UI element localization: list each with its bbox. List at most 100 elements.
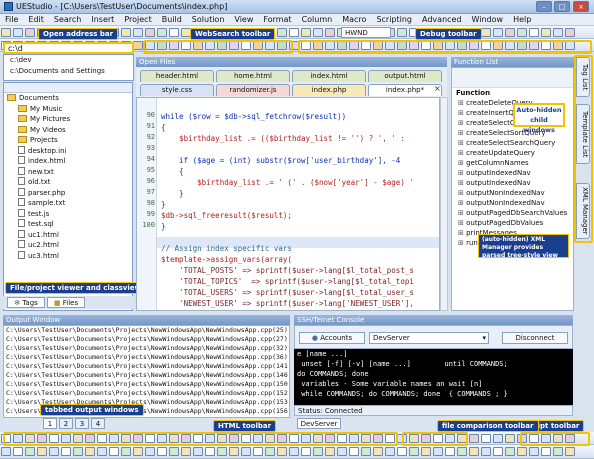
- tree-item[interactable]: test.sql: [4, 219, 132, 230]
- tree-item[interactable]: Projects: [4, 135, 132, 146]
- function-item[interactable]: ⊞ outputIndexedNav: [452, 168, 573, 178]
- toolbar-button-icon[interactable]: [205, 447, 215, 456]
- expand-icon[interactable]: ⊞: [458, 139, 466, 147]
- expand-icon[interactable]: ⊞: [458, 149, 466, 157]
- function-item[interactable]: ⊞ outputNonIndexedNav: [452, 198, 573, 208]
- menu-item[interactable]: Help: [508, 15, 536, 24]
- toolbar-button-icon[interactable]: [517, 447, 527, 456]
- toolbar-button-icon[interactable]: [553, 447, 563, 456]
- toolbar-button-icon[interactable]: [157, 28, 167, 37]
- expand-icon[interactable]: ⊞: [458, 109, 466, 117]
- function-item[interactable]: ⊞ outputPagedDbValues: [452, 218, 573, 228]
- output-tab[interactable]: 3: [75, 418, 89, 429]
- output-tab[interactable]: 4: [91, 418, 105, 429]
- toolbar-button-icon[interactable]: [433, 447, 443, 456]
- toolbar-button-icon[interactable]: [253, 447, 263, 456]
- minimize-button[interactable]: –: [536, 1, 552, 12]
- output-line[interactable]: C:\Users\TestUser\Documents\Projects\New…: [6, 344, 289, 353]
- menu-item[interactable]: File: [0, 15, 23, 24]
- expand-icon[interactable]: ⊞: [458, 159, 466, 167]
- toolbar-button-icon[interactable]: [121, 28, 131, 37]
- menu-item[interactable]: Format: [258, 15, 296, 24]
- toolbar-button-icon[interactable]: [193, 447, 203, 456]
- menu-item[interactable]: Scripting: [371, 15, 417, 24]
- tree-item[interactable]: old.txt: [4, 177, 132, 188]
- file-tab[interactable]: header.html: [140, 70, 214, 82]
- menu-item[interactable]: Insert: [86, 15, 119, 24]
- toolbar-button-icon[interactable]: [1, 28, 11, 37]
- toolbar-button-icon[interactable]: [301, 28, 311, 37]
- toolbar-button-icon[interactable]: [457, 447, 467, 456]
- toolbar-button-icon[interactable]: [397, 28, 407, 37]
- toolbar-button-icon[interactable]: [493, 447, 503, 456]
- toolbar-button-icon[interactable]: [541, 28, 551, 37]
- toolbar-button-icon[interactable]: [25, 447, 35, 456]
- close-button[interactable]: ×: [573, 1, 589, 12]
- expand-icon[interactable]: ⊞: [458, 169, 466, 177]
- toolbar-button-icon[interactable]: [133, 41, 143, 50]
- file-tab[interactable]: randomizer.js: [216, 84, 290, 96]
- toolbar-button-icon[interactable]: [373, 447, 383, 456]
- expand-icon[interactable]: ⊞: [458, 199, 466, 207]
- menu-item[interactable]: Search: [49, 15, 86, 24]
- toolbar-button-icon[interactable]: [85, 447, 95, 456]
- tree-item[interactable]: My Videos: [4, 125, 132, 136]
- toolbar-button-icon[interactable]: [265, 447, 275, 456]
- toolbar-button-icon[interactable]: [505, 434, 515, 443]
- expand-icon[interactable]: ⊞: [458, 189, 466, 197]
- tree-item[interactable]: uc3.html: [4, 250, 132, 262]
- toolbar-button-icon[interactable]: [109, 447, 119, 456]
- function-item[interactable]: ⊞ outputNonIndexedNav: [452, 188, 573, 198]
- toolbar-button-icon[interactable]: [277, 447, 287, 456]
- toolbar-button-icon[interactable]: [37, 447, 47, 456]
- menu-item[interactable]: Column: [297, 15, 338, 24]
- expand-icon[interactable]: ⊞: [458, 99, 466, 107]
- toolbar-button-icon[interactable]: [565, 28, 575, 37]
- menu-item[interactable]: View: [229, 15, 258, 24]
- function-item[interactable]: ⊞ outputIndexedNav: [452, 178, 573, 188]
- toolbar-button-icon[interactable]: [493, 434, 503, 443]
- tree-item[interactable]: desktop.ini: [4, 145, 132, 157]
- toolbar-button-icon[interactable]: [481, 447, 491, 456]
- toolbar-button-icon[interactable]: [553, 28, 563, 37]
- maximize-button[interactable]: □: [554, 1, 570, 12]
- toolbar-button-icon[interactable]: [145, 28, 155, 37]
- expand-icon[interactable]: ⊞: [458, 129, 466, 137]
- expand-icon[interactable]: ⊞: [458, 239, 466, 247]
- toolbar-button-icon[interactable]: [277, 28, 287, 37]
- output-line[interactable]: C:\Users\TestUser\Documents\Projects\New…: [6, 326, 289, 335]
- toolbar-button-icon[interactable]: [337, 447, 347, 456]
- function-item[interactable]: ⊞ outputPagedDbSearchValues: [452, 208, 573, 218]
- tree-item[interactable]: My Music: [4, 104, 132, 115]
- accounts-button[interactable]: ● Accounts: [299, 332, 365, 344]
- address-suggestion[interactable]: c:\dev: [4, 55, 133, 66]
- toolbar-button-icon[interactable]: [493, 28, 503, 37]
- toolbar-button-icon[interactable]: [325, 447, 335, 456]
- menu-item[interactable]: Window: [467, 15, 509, 24]
- expand-icon[interactable]: ⊞: [458, 209, 466, 217]
- toolbar-button-icon[interactable]: [145, 447, 155, 456]
- toolbar-button-icon[interactable]: [409, 447, 419, 456]
- toolbar-button-icon[interactable]: [301, 447, 311, 456]
- toolbar-button-icon[interactable]: [61, 447, 71, 456]
- toolbar-button-icon[interactable]: [529, 28, 539, 37]
- toolbar-button-icon[interactable]: [517, 28, 527, 37]
- toolbar-button-icon[interactable]: [169, 447, 179, 456]
- file-tab[interactable]: style.css: [140, 84, 214, 96]
- function-item[interactable]: ⊞ createSelectSearchQuery: [452, 138, 573, 148]
- toolbar-button-icon[interactable]: [349, 447, 359, 456]
- toolbar-button-icon[interactable]: [97, 447, 107, 456]
- toolbar-button-icon[interactable]: [529, 447, 539, 456]
- output-line[interactable]: C:\Users\TestUser\Documents\Projects\New…: [6, 335, 289, 344]
- console-output[interactable]: e [name ...] unset [-f] [-v] [name ...] …: [294, 349, 573, 405]
- toolbar-button-icon[interactable]: [541, 447, 551, 456]
- tree-item[interactable]: new.txt: [4, 166, 132, 178]
- toolbar-button-icon[interactable]: [289, 447, 299, 456]
- toolbar-button-icon[interactable]: [421, 447, 431, 456]
- tree-item[interactable]: My Pictures: [4, 114, 132, 125]
- toolbar-button-icon[interactable]: [49, 447, 59, 456]
- toolbar-button-icon[interactable]: [445, 447, 455, 456]
- toolbar-button-icon[interactable]: [25, 28, 35, 37]
- tab-files[interactable]: ■ Files: [47, 297, 85, 308]
- menu-item[interactable]: Project: [119, 15, 156, 24]
